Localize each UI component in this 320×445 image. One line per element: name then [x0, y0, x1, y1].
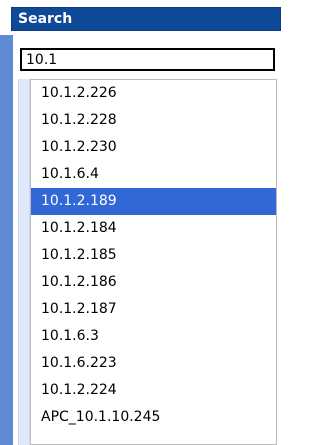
dropdown-item[interactable]: 10.1.6.4 [31, 161, 276, 188]
search-input[interactable] [20, 48, 275, 71]
dropdown-item[interactable]: 10.1.6.223 [31, 350, 276, 377]
dropdown-item[interactable]: 10.1.2.184 [31, 215, 276, 242]
dropdown-item[interactable]: APC_10.1.10.245 [31, 404, 276, 431]
dropdown-item[interactable]: 10.1.2.185 [31, 242, 276, 269]
header-title: Search [18, 11, 73, 27]
search-panel: Search 10.1.2.226 10.1.2.228 10.1.2.230 … [0, 0, 281, 445]
dropdown-item[interactable]: 10.1.6.3 [31, 323, 276, 350]
dropdown-scrollbar[interactable] [18, 79, 30, 445]
dropdown-item[interactable]: 10.1.2.230 [31, 134, 276, 161]
dropdown-item[interactable]: 10.1.2.228 [31, 107, 276, 134]
dropdown-item[interactable]: 10.1.2.186 [31, 269, 276, 296]
autocomplete-dropdown: 10.1.2.226 10.1.2.228 10.1.2.230 10.1.6.… [30, 79, 277, 445]
dropdown-item[interactable]: 10.1.2.224 [31, 377, 276, 404]
search-header: Search [11, 7, 281, 31]
dropdown-item-selected[interactable]: 10.1.2.189 [31, 188, 276, 215]
left-sidebar-strip [0, 35, 13, 445]
dropdown-item[interactable]: 10.1.2.226 [31, 80, 276, 107]
dropdown-item[interactable]: 10.1.2.187 [31, 296, 276, 323]
